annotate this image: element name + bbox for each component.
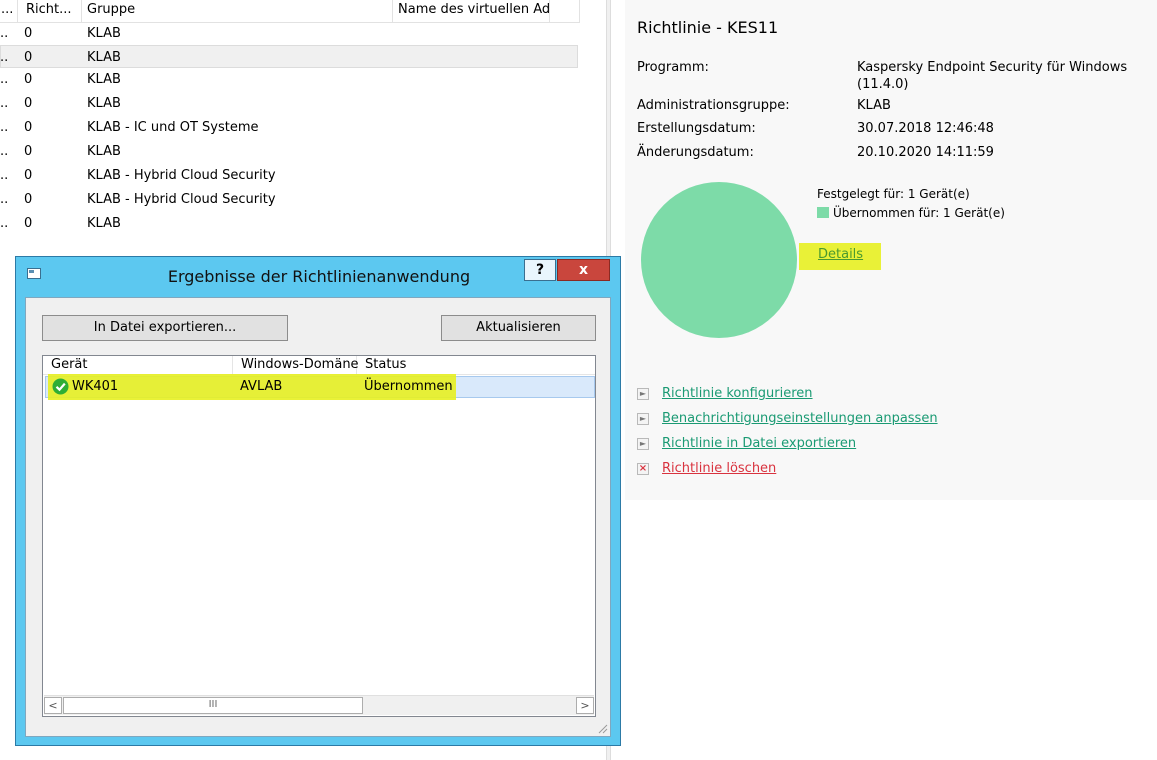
delete-x-icon: × xyxy=(637,463,649,475)
prop-label-admin-group: Administrationsgruppe: xyxy=(637,98,790,113)
list-item[interactable]: .. 0 KLAB - Hybrid Cloud Security xyxy=(0,188,578,211)
list-item-selected[interactable]: .. 0 KLAB xyxy=(0,45,578,68)
policy-title: Richtlinie - KES11 xyxy=(637,18,779,37)
row-group: KLAB xyxy=(87,144,121,159)
action-export-policy[interactable]: ► Richtlinie in Datei exportieren xyxy=(637,435,1117,455)
row-prefix: .. xyxy=(0,96,9,111)
policy-pie-chart xyxy=(641,182,797,338)
row-prefix: .. xyxy=(0,144,9,159)
action-delete-policy[interactable]: × Richtlinie löschen xyxy=(637,460,1117,480)
row-prefix: .. xyxy=(0,120,9,135)
action-label[interactable]: Benachrichtigungseinstellungen anpassen xyxy=(662,410,938,428)
column-header-gruppe[interactable]: Gruppe xyxy=(82,0,393,22)
column-header-0[interactable]: ... xyxy=(0,0,18,22)
prop-label-modified: Änderungsdatum: xyxy=(637,145,754,160)
policy-details-panel: Richtlinie - KES11 Programm: Kaspersky E… xyxy=(611,0,1157,760)
row-prefix: .. xyxy=(0,26,9,41)
play-arrow-icon: ► xyxy=(637,438,649,450)
row-group: KLAB - Hybrid Cloud Security xyxy=(87,192,276,207)
action-label[interactable]: Richtlinie in Datei exportieren xyxy=(662,435,856,453)
help-icon[interactable]: ? xyxy=(524,259,556,281)
row-group: KLAB - IC und OT Systeme xyxy=(87,120,259,135)
list-item[interactable]: .. 0 KLAB xyxy=(0,140,578,163)
action-label[interactable]: Richtlinie konfigurieren xyxy=(662,385,813,403)
column-header-extra xyxy=(550,0,580,22)
row-policy-count: 0 xyxy=(24,96,33,111)
row-policy-count: 0 xyxy=(24,26,33,41)
play-arrow-icon: ► xyxy=(637,388,649,400)
row-group: KLAB - Hybrid Cloud Security xyxy=(87,168,276,183)
row-prefix: .. xyxy=(0,216,9,231)
list-item[interactable]: .. 0 KLAB - Hybrid Cloud Security xyxy=(0,164,578,187)
results-header: Gerät Windows-Domäne Status xyxy=(43,356,595,375)
column-header-status[interactable]: Status xyxy=(357,356,595,374)
row-policy-count: 0 xyxy=(24,144,33,159)
list-item[interactable]: .. 0 KLAB - IC und OT Systeme xyxy=(0,116,578,139)
prop-value-program-version: (11.4.0) xyxy=(857,77,909,92)
list-item[interactable]: .. 0 KLAB xyxy=(0,212,578,235)
table-row[interactable]: WK401 AVLAB Übernommen xyxy=(45,374,595,400)
row-domain: AVLAB xyxy=(240,379,283,394)
export-to-file-button[interactable]: In Datei exportieren... xyxy=(42,315,288,341)
row-group: KLAB xyxy=(87,96,121,111)
legend-defined: Festgelegt für: 1 Gerät(e) xyxy=(817,187,970,201)
action-configure-policy[interactable]: ► Richtlinie konfigurieren xyxy=(637,385,1117,405)
row-policy-count: 0 xyxy=(24,216,33,231)
row-prefix: .. xyxy=(0,72,9,87)
details-link[interactable]: Details xyxy=(818,247,863,262)
row-prefix: .. xyxy=(0,192,9,207)
check-icon xyxy=(52,378,69,395)
prop-value-program: Kaspersky Endpoint Security für Windows xyxy=(857,60,1128,75)
prop-value-modified: 20.10.2020 14:11:59 xyxy=(857,145,994,160)
row-group: KLAB xyxy=(87,50,121,65)
row-policy-count: 0 xyxy=(24,192,33,207)
list-item[interactable]: .. 0 KLAB xyxy=(0,68,578,91)
refresh-button[interactable]: Aktualisieren xyxy=(441,315,596,341)
action-label[interactable]: Richtlinie löschen xyxy=(662,460,776,478)
pie-slice xyxy=(641,182,797,338)
prop-label-program: Programm: xyxy=(637,60,709,75)
close-icon[interactable]: x xyxy=(557,259,610,281)
scroll-left-icon[interactable]: < xyxy=(44,697,62,714)
row-group: KLAB xyxy=(87,72,121,87)
row-group: KLAB xyxy=(87,26,121,41)
column-header-device[interactable]: Gerät xyxy=(43,356,233,374)
legend-applied-swatch xyxy=(817,207,829,218)
dialog-titlebar[interactable]: Ergebnisse der Richtlinienanwendung ? x xyxy=(16,257,620,297)
row-prefix: .. xyxy=(0,168,9,183)
prop-label-created: Erstellungsdatum: xyxy=(637,121,756,136)
row-group: KLAB xyxy=(87,216,121,231)
prop-value-created: 30.07.2018 12:46:48 xyxy=(857,121,994,136)
row-device: WK401 xyxy=(72,379,119,394)
legend-applied: Übernommen für: 1 Gerät(e) xyxy=(833,206,1005,220)
row-status: Übernommen xyxy=(364,379,453,394)
scroll-right-icon[interactable]: > xyxy=(576,697,594,714)
policy-results-dialog: Ergebnisse der Richtlinienanwendung ? x … xyxy=(15,256,621,746)
scroll-thumb[interactable]: III xyxy=(63,697,363,714)
row-policy-count: 0 xyxy=(24,120,33,135)
column-header-virtual-server[interactable]: Name des virtuellen Ad... xyxy=(393,0,550,22)
horizontal-scrollbar[interactable]: < III > xyxy=(44,695,594,715)
prop-value-admin-group: KLAB xyxy=(857,98,891,113)
list-header: ... Richt... Gruppe Name des virtuellen … xyxy=(0,0,580,23)
resize-grip-icon[interactable] xyxy=(596,722,608,734)
column-header-richtlinie[interactable]: Richt... xyxy=(18,0,82,22)
results-listview: Gerät Windows-Domäne Status WK401 AVLAB … xyxy=(42,355,596,717)
play-arrow-icon: ► xyxy=(637,413,649,425)
row-policy-count: 0 xyxy=(24,168,33,183)
list-item[interactable]: .. 0 KLAB xyxy=(0,22,578,45)
row-policy-count: 0 xyxy=(24,50,33,65)
action-notification-settings[interactable]: ► Benachrichtigungseinstellungen anpasse… xyxy=(637,410,1117,430)
dialog-body: In Datei exportieren... Aktualisieren Ge… xyxy=(25,297,611,737)
row-prefix: .. xyxy=(0,50,9,65)
column-header-domain[interactable]: Windows-Domäne xyxy=(233,356,359,374)
row-policy-count: 0 xyxy=(24,72,33,87)
list-item[interactable]: .. 0 KLAB xyxy=(0,92,578,115)
